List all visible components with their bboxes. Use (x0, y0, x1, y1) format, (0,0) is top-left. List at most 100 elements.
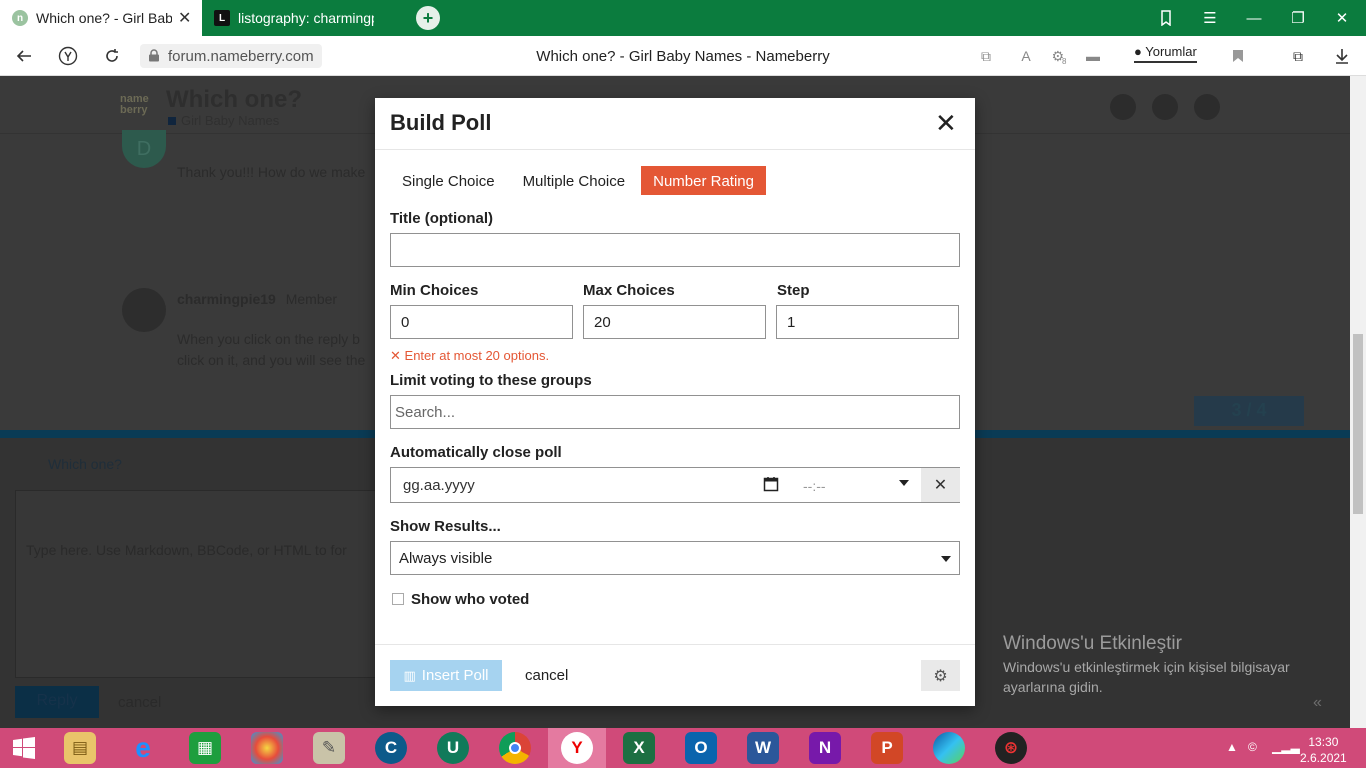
collapse-icon[interactable]: « (1313, 694, 1322, 712)
reply-button[interactable]: Reply (15, 686, 99, 718)
composer-placeholder: Type here. Use Markdown, BBCode, or HTML… (26, 542, 347, 558)
yandex-icon[interactable] (56, 44, 80, 68)
browser-tab-bar: n Which one? - Girl Baby Names - Nameber… (0, 0, 1366, 36)
extension-badge: 8 (1062, 56, 1067, 66)
nameberry-logo[interactable]: name berry (120, 94, 149, 116)
post-author[interactable]: charmingpie19 Member (177, 291, 337, 307)
composer-cancel-link[interactable]: cancel (118, 694, 161, 711)
restore-icon[interactable]: ❐ (1276, 0, 1320, 36)
start-icon[interactable] (8, 732, 40, 764)
bookmarks-panel-icon[interactable] (1144, 0, 1188, 36)
validation-error: ✕ Enter at most 20 options. (390, 348, 550, 363)
collections-icon[interactable]: ⧉ (1287, 45, 1309, 67)
new-tab-button[interactable]: + (416, 6, 440, 30)
show-voters-checkbox[interactable] (392, 593, 404, 605)
address-bar: forum.nameberry.com Which one? - Girl Ba… (0, 36, 1366, 76)
reload-icon[interactable] (100, 44, 124, 68)
url-field[interactable]: forum.nameberry.com (140, 44, 322, 68)
store-icon[interactable]: ▦ (189, 732, 221, 764)
composer-reply-to: Which one? (48, 456, 122, 472)
close-window-icon[interactable]: ✕ (1320, 0, 1364, 36)
internet-explorer-icon[interactable]: e (127, 732, 159, 764)
poll-title-input[interactable] (390, 233, 960, 267)
tab-title: listography: charmingpie (238, 10, 374, 26)
step-label: Step (777, 282, 810, 299)
network-icon[interactable]: ▁▂▃ (1272, 740, 1300, 754)
tray-app-icon[interactable]: © (1248, 740, 1257, 754)
excel-icon[interactable]: X (623, 732, 655, 764)
calendar-icon[interactable] (763, 476, 779, 492)
title-label: Title (optional) (390, 210, 494, 227)
listography-favicon-icon: L (214, 10, 230, 26)
close-tab-icon[interactable]: ✕ (178, 8, 191, 28)
tab-multiple-choice[interactable]: Multiple Choice (511, 166, 638, 195)
file-explorer-icon[interactable]: ▤ (64, 732, 96, 764)
post-text: Thank you!!! How do we make (177, 164, 366, 180)
chevron-down-icon[interactable] (899, 480, 909, 486)
game-app-icon[interactable]: ⊛ (995, 732, 1027, 764)
bookmark-icon[interactable] (1227, 45, 1249, 67)
composer-editor[interactable] (15, 490, 395, 678)
tray-expand-icon[interactable]: ▲ (1226, 740, 1238, 754)
clear-date-button[interactable]: ✕ (921, 468, 960, 502)
modal-footer: ▥ Insert Poll cancel ⚙ (375, 644, 975, 706)
outlook-icon[interactable]: O (685, 732, 717, 764)
browser-tab-listography[interactable]: L listography: charmingpie (204, 0, 404, 36)
step-input[interactable] (776, 305, 959, 339)
yandex-browser-icon[interactable]: Y (561, 732, 593, 764)
notepad-icon[interactable]: ✎ (313, 732, 345, 764)
tab-single-choice[interactable]: Single Choice (390, 166, 507, 195)
scrollbar-thumb[interactable] (1353, 334, 1363, 514)
show-voters-label[interactable]: Show who voted (411, 591, 529, 608)
back-arrow-icon[interactable] (12, 44, 36, 68)
tab-title: Which one? - Girl Baby Names - Nameberry (36, 10, 172, 26)
gear-icon[interactable]: ⚙ (921, 660, 960, 691)
avatar[interactable]: D (122, 130, 166, 168)
browser-tab-active[interactable]: n Which one? - Girl Baby Names - Nameber… (0, 0, 202, 36)
avatar[interactable] (122, 288, 166, 332)
modal-header: Build Poll ✕ (375, 98, 975, 150)
chrome-icon[interactable] (499, 732, 531, 764)
time-input[interactable]: --:-- (803, 478, 826, 494)
topic-title[interactable]: Which one? (166, 86, 302, 114)
copy-icon[interactable]: ⧉ (975, 45, 997, 67)
autoclose-datetime: gg.aa.yyyy --:-- ✕ (390, 467, 960, 503)
error-x-icon: ✕ (390, 348, 401, 363)
hamburger-icon[interactable] (1152, 94, 1178, 120)
minimize-icon[interactable]: — (1232, 0, 1276, 36)
onenote-icon[interactable]: N (809, 732, 841, 764)
groups-search-input[interactable] (390, 395, 960, 429)
cancel-button[interactable]: cancel (525, 667, 568, 684)
tab-number-rating[interactable]: Number Rating (641, 166, 766, 195)
user-avatar[interactable] (1194, 94, 1220, 120)
c-app-icon[interactable]: C (375, 732, 407, 764)
system-clock[interactable]: 13:30 2.6.2021 (1300, 734, 1347, 766)
chat-icon[interactable]: ▬ (1082, 45, 1104, 67)
date-input[interactable]: gg.aa.yyyy (403, 477, 475, 494)
close-icon[interactable]: ✕ (935, 108, 957, 139)
edge-icon[interactable] (933, 732, 965, 764)
post-text: click on it, and you will see the (177, 352, 366, 368)
search-icon[interactable] (1110, 94, 1136, 120)
insert-poll-button[interactable]: ▥ Insert Poll (390, 660, 502, 691)
min-choices-input[interactable] (390, 305, 573, 339)
translate-icon[interactable]: A (1015, 45, 1037, 67)
min-choices-label: Min Choices (390, 282, 479, 299)
u-app-icon[interactable]: U (437, 732, 469, 764)
topic-progress[interactable]: 3 / 4 (1194, 396, 1304, 426)
build-poll-modal: Build Poll ✕ Single Choice Multiple Choi… (375, 98, 975, 706)
taskbar: ▤ e ▦ ✎ C U Y X O W N P ⊛ ▲ © ▁▂▃ 13:30 … (0, 728, 1366, 768)
download-icon[interactable] (1331, 45, 1353, 67)
show-results-select[interactable]: Always visible (390, 541, 960, 575)
autoclose-label: Automatically close poll (390, 444, 562, 461)
max-choices-input[interactable] (583, 305, 766, 339)
extensions-icon[interactable]: ⚙ 8 (1048, 45, 1070, 67)
photos-icon[interactable] (251, 732, 283, 764)
word-icon[interactable]: W (747, 732, 779, 764)
menu-icon[interactable]: ☰ (1188, 0, 1232, 36)
comments-button[interactable]: ● Yorumlar (1134, 44, 1197, 63)
nameberry-favicon-icon: n (12, 10, 28, 26)
powerpoint-icon[interactable]: P (871, 732, 903, 764)
topic-category[interactable]: Girl Baby Names (168, 113, 279, 128)
results-label: Show Results... (390, 518, 501, 535)
